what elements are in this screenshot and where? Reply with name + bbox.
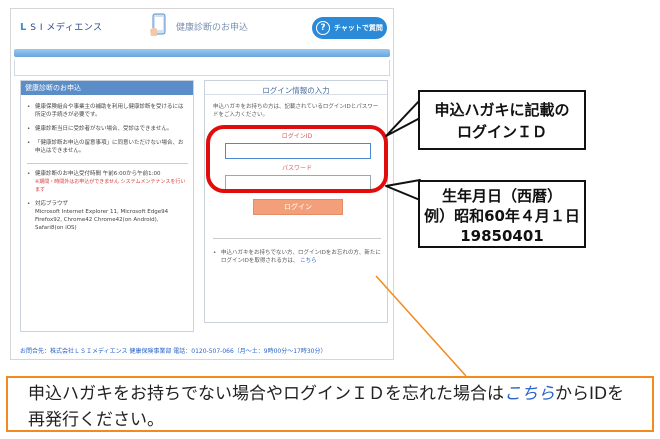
page-title: 健康診断のお申込 bbox=[176, 23, 249, 33]
header-bar bbox=[14, 49, 390, 57]
smartphone-icon bbox=[150, 13, 166, 36]
chat-button[interactable]: ? チャットで質問 bbox=[312, 17, 387, 39]
company-logo: L S I メディエンス bbox=[20, 22, 103, 33]
login-button[interactable]: ログイン bbox=[253, 199, 343, 215]
info-panel: 健康診断のお申込 • 健康保険組合や事業主の補助を利用し健康診断を受けるには所定の… bbox=[20, 80, 194, 332]
info-item: • 「健康診断お申込の留意事項」に同意いただけない場合、お申込はできません。 bbox=[27, 140, 184, 154]
info-panel-title: 健康診断のお申込 bbox=[21, 81, 193, 95]
hours-item: • 健康診断のお申込受付時間 午前6:00から午前1:00 ※期間・時間外はお申込が… bbox=[27, 171, 186, 193]
contact-info: お問合先：株式会社ＬＳＩメディエンス 健康保険事業部 電話：0120-507-0… bbox=[20, 348, 327, 355]
reissue-note-link[interactable]: こちら bbox=[504, 384, 555, 404]
connector-line-icon bbox=[375, 275, 467, 377]
divider bbox=[27, 163, 188, 164]
login-id-callout: 申込ハガキに記載の ログインＩＤ bbox=[418, 90, 586, 150]
browser-item: • 対応ブラウザ Microsoft Internet Explorer 11, M… bbox=[27, 201, 169, 231]
login-panel-title: ログイン情報の入力 bbox=[205, 81, 387, 95]
divider bbox=[213, 238, 381, 239]
password-callout: 生年月日（西暦） 例）昭和60年４月１日 19850401 bbox=[418, 180, 586, 248]
login-description: 申込ハガキをお持ちの方は、記載されているログインIDとパスワードをご入力ください… bbox=[213, 104, 379, 118]
forgot-id-note: • 申込ハガキをお持ちでない方、ログインIDをお忘れの方、新たにログインIDを取… bbox=[213, 250, 381, 264]
reissue-id-link[interactable]: こちら bbox=[300, 258, 317, 264]
callout-pointer-icon bbox=[385, 179, 422, 201]
login-fields-highlight bbox=[206, 125, 388, 193]
info-item: • 健康診断当日に受診者がない場合、受診はできません。 bbox=[27, 126, 173, 132]
chat-button-label: チャットで質問 bbox=[334, 24, 383, 32]
question-icon: ? bbox=[316, 21, 330, 35]
callout-pointer-icon bbox=[385, 99, 422, 137]
sub-header-bar bbox=[14, 60, 390, 76]
info-item: • 健康保険組合や事業主の補助を利用し健康診断を受けるには所定の手続きが必要です。 bbox=[27, 104, 184, 118]
login-panel: ログイン情報の入力 申込ハガキをお持ちの方は、記載されているログインIDとパスワ… bbox=[204, 80, 388, 323]
reissue-note: 申込ハガキをお持ちでない場合やログインＩＤを忘れた場合はこちらからIDを 再発行… bbox=[6, 376, 654, 432]
